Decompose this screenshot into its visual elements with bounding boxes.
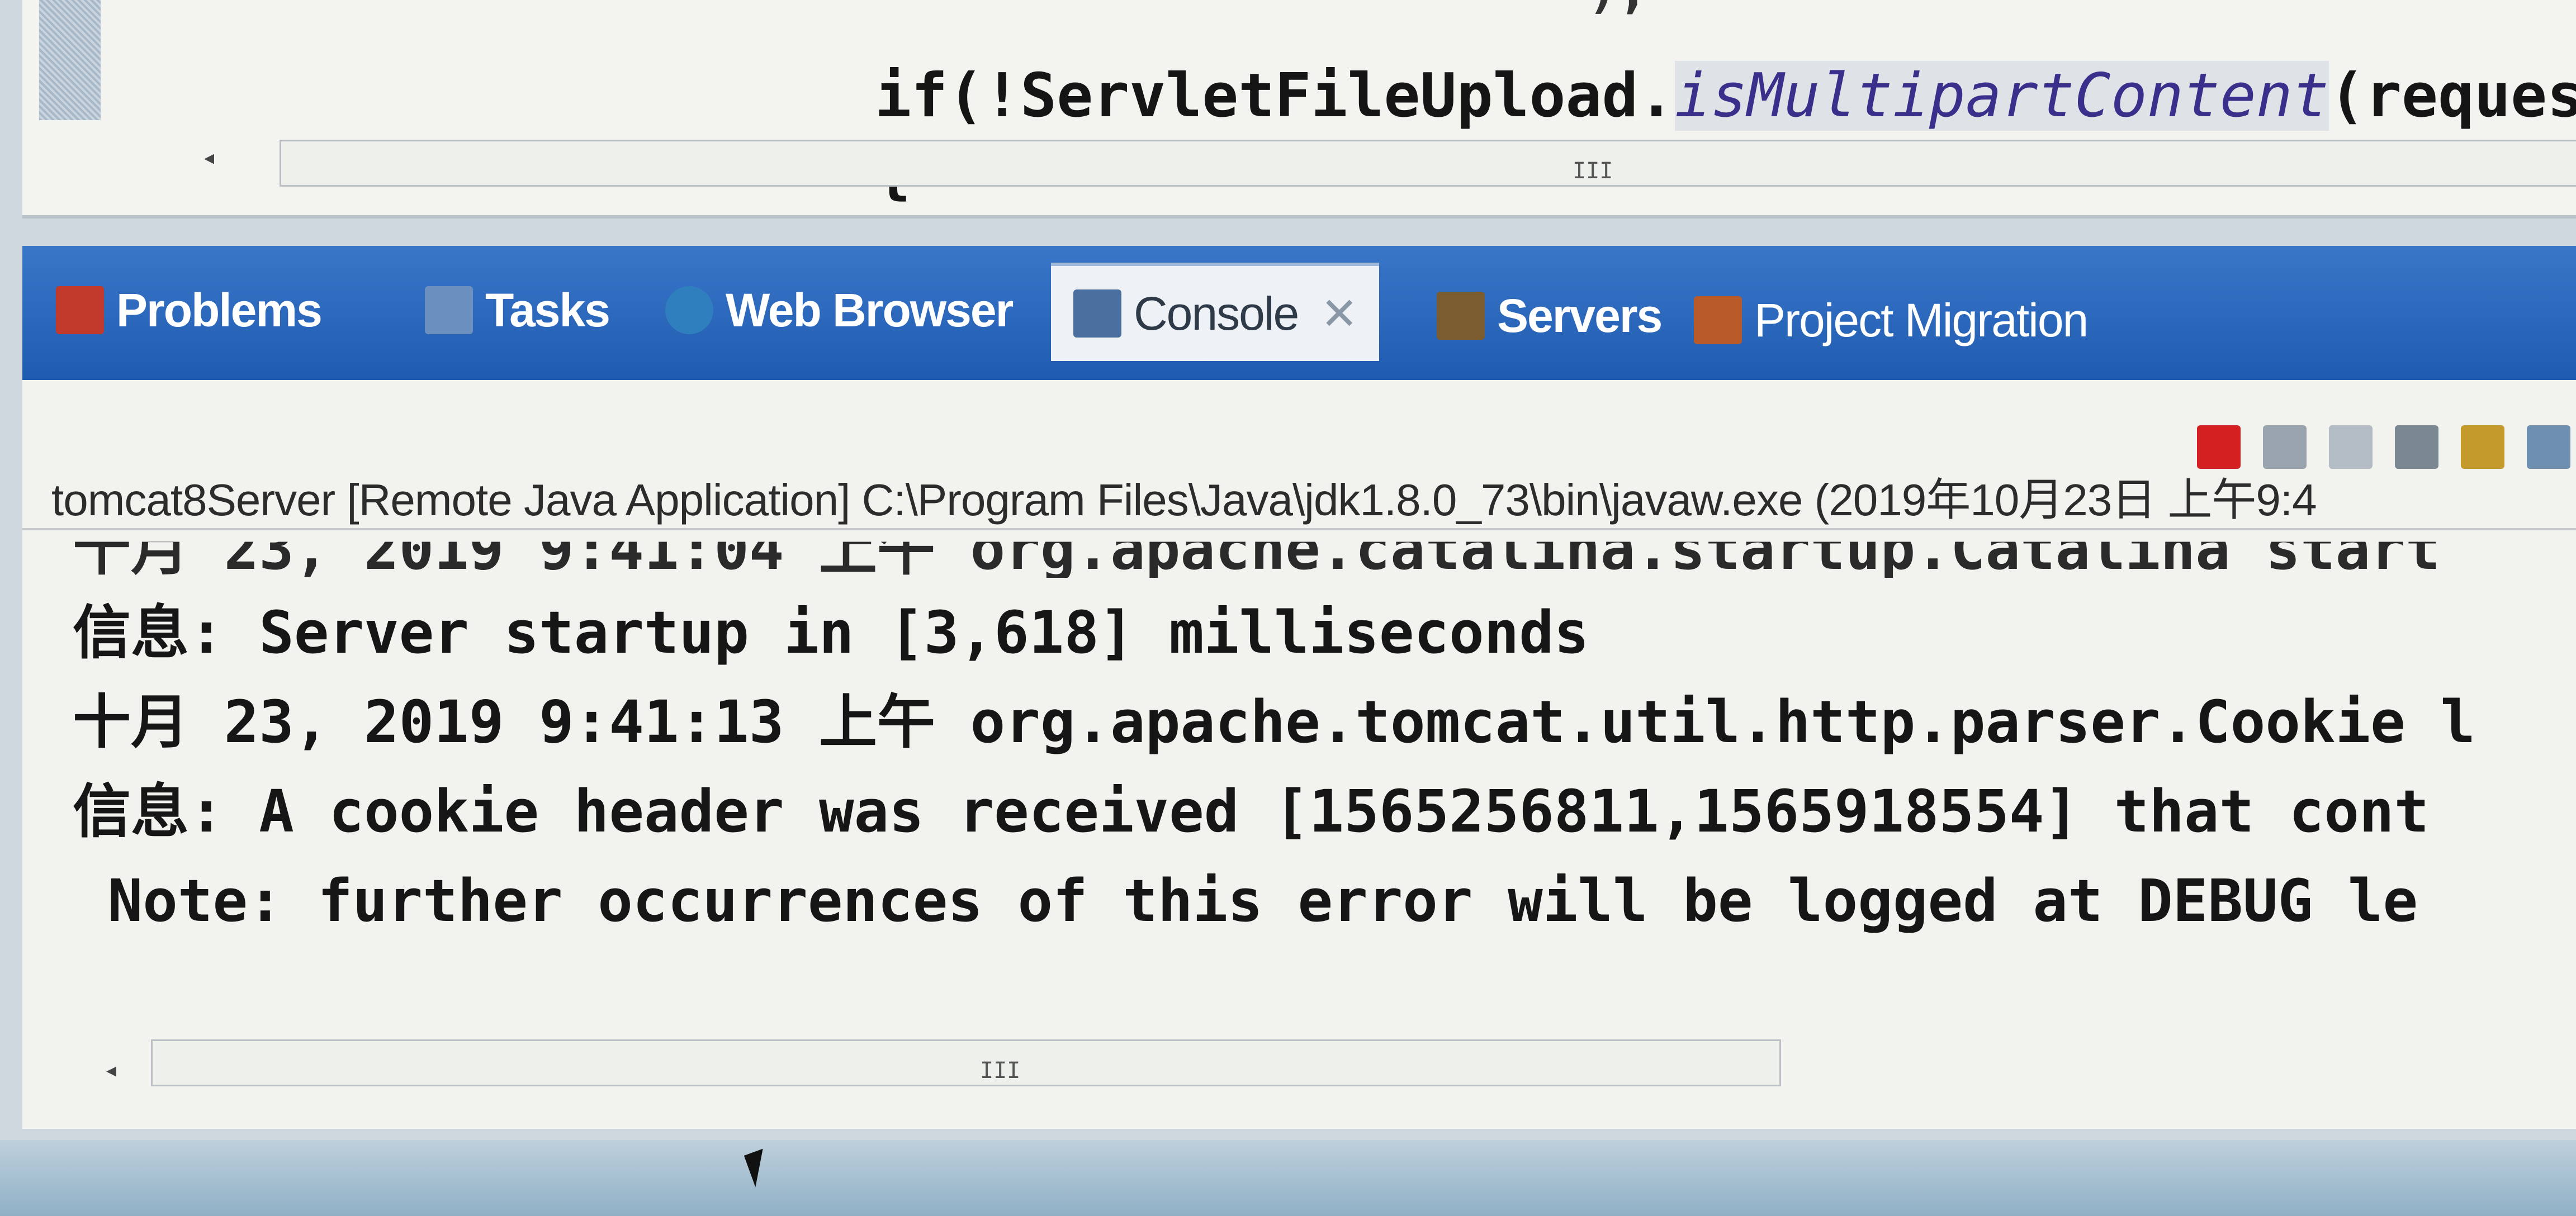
- log-line: 信息: A cookie header was received [156525…: [73, 777, 2430, 846]
- tab-label: Servers: [1497, 289, 1663, 342]
- tab-label: Tasks: [485, 283, 610, 336]
- clear-console-icon[interactable]: [2395, 425, 2438, 469]
- problems-icon: [56, 286, 104, 334]
- remove-all-icon[interactable]: [2329, 425, 2373, 469]
- tab-label: Problems: [116, 283, 323, 336]
- desktop-background: [0, 1140, 2576, 1216]
- servers-icon: [1437, 292, 1485, 340]
- log-line: Note: further occurrences of this error …: [73, 867, 2418, 935]
- tab-tasks[interactable]: Tasks: [425, 268, 610, 352]
- code-editor[interactable]: ); if(!ServletFileUpload.isMultipartCont…: [22, 0, 2576, 218]
- remove-launch-icon[interactable]: [2263, 425, 2307, 469]
- close-icon[interactable]: ✕: [1320, 288, 1358, 340]
- scroll-left-arrow-icon[interactable]: ◂: [106, 1059, 116, 1082]
- console-icon: [1073, 289, 1121, 338]
- migration-icon: [1694, 296, 1742, 344]
- scroll-left-arrow-icon[interactable]: ◂: [204, 146, 214, 169]
- terminate-icon[interactable]: [2197, 425, 2241, 469]
- console-horizontal-scrollbar[interactable]: III: [151, 1039, 1781, 1086]
- tab-console[interactable]: Console ✕: [1051, 263, 1380, 361]
- log-line: 十月 23, 2019 9:41:13 上午 org.apache.tomcat…: [73, 688, 2476, 756]
- globe-icon: [665, 286, 713, 334]
- view-tab-bar: Problems Tasks Web Browser Console ✕ Ser…: [22, 246, 2576, 380]
- tab-problems[interactable]: Problems: [56, 268, 323, 352]
- tab-label: Web Browser: [726, 283, 1014, 336]
- code-suffix: (request)): [2328, 61, 2576, 131]
- tab-project-migration[interactable]: Project Migration: [1694, 278, 2089, 362]
- scroll-lock-icon[interactable]: [2461, 425, 2504, 469]
- tab-label: Project Migration: [1754, 293, 2089, 346]
- scrollbar-grip-icon[interactable]: III: [1573, 158, 1613, 184]
- tab-servers[interactable]: Servers: [1437, 274, 1663, 358]
- console-view: tomcat8Server [Remote Java Application] …: [22, 380, 2576, 1129]
- pin-console-icon[interactable]: [2527, 425, 2570, 469]
- log-line: 信息: Server startup in [3,618] millisecon…: [73, 598, 1589, 667]
- scrollbar-grip-icon[interactable]: III: [980, 1058, 1020, 1084]
- tasks-icon: [425, 286, 473, 334]
- tab-label: Console: [1134, 287, 1299, 340]
- code-prefix: if(!ServletFileUpload.: [875, 61, 1675, 131]
- editor-overview-ruler: [39, 0, 101, 120]
- code-method: isMultipartContent: [1674, 61, 2329, 131]
- editor-horizontal-scrollbar[interactable]: III: [280, 140, 2576, 187]
- console-process-title: tomcat8Server [Remote Java Application] …: [51, 475, 2317, 525]
- tab-web-browser[interactable]: Web Browser: [665, 268, 1014, 352]
- divider: [22, 528, 2576, 530]
